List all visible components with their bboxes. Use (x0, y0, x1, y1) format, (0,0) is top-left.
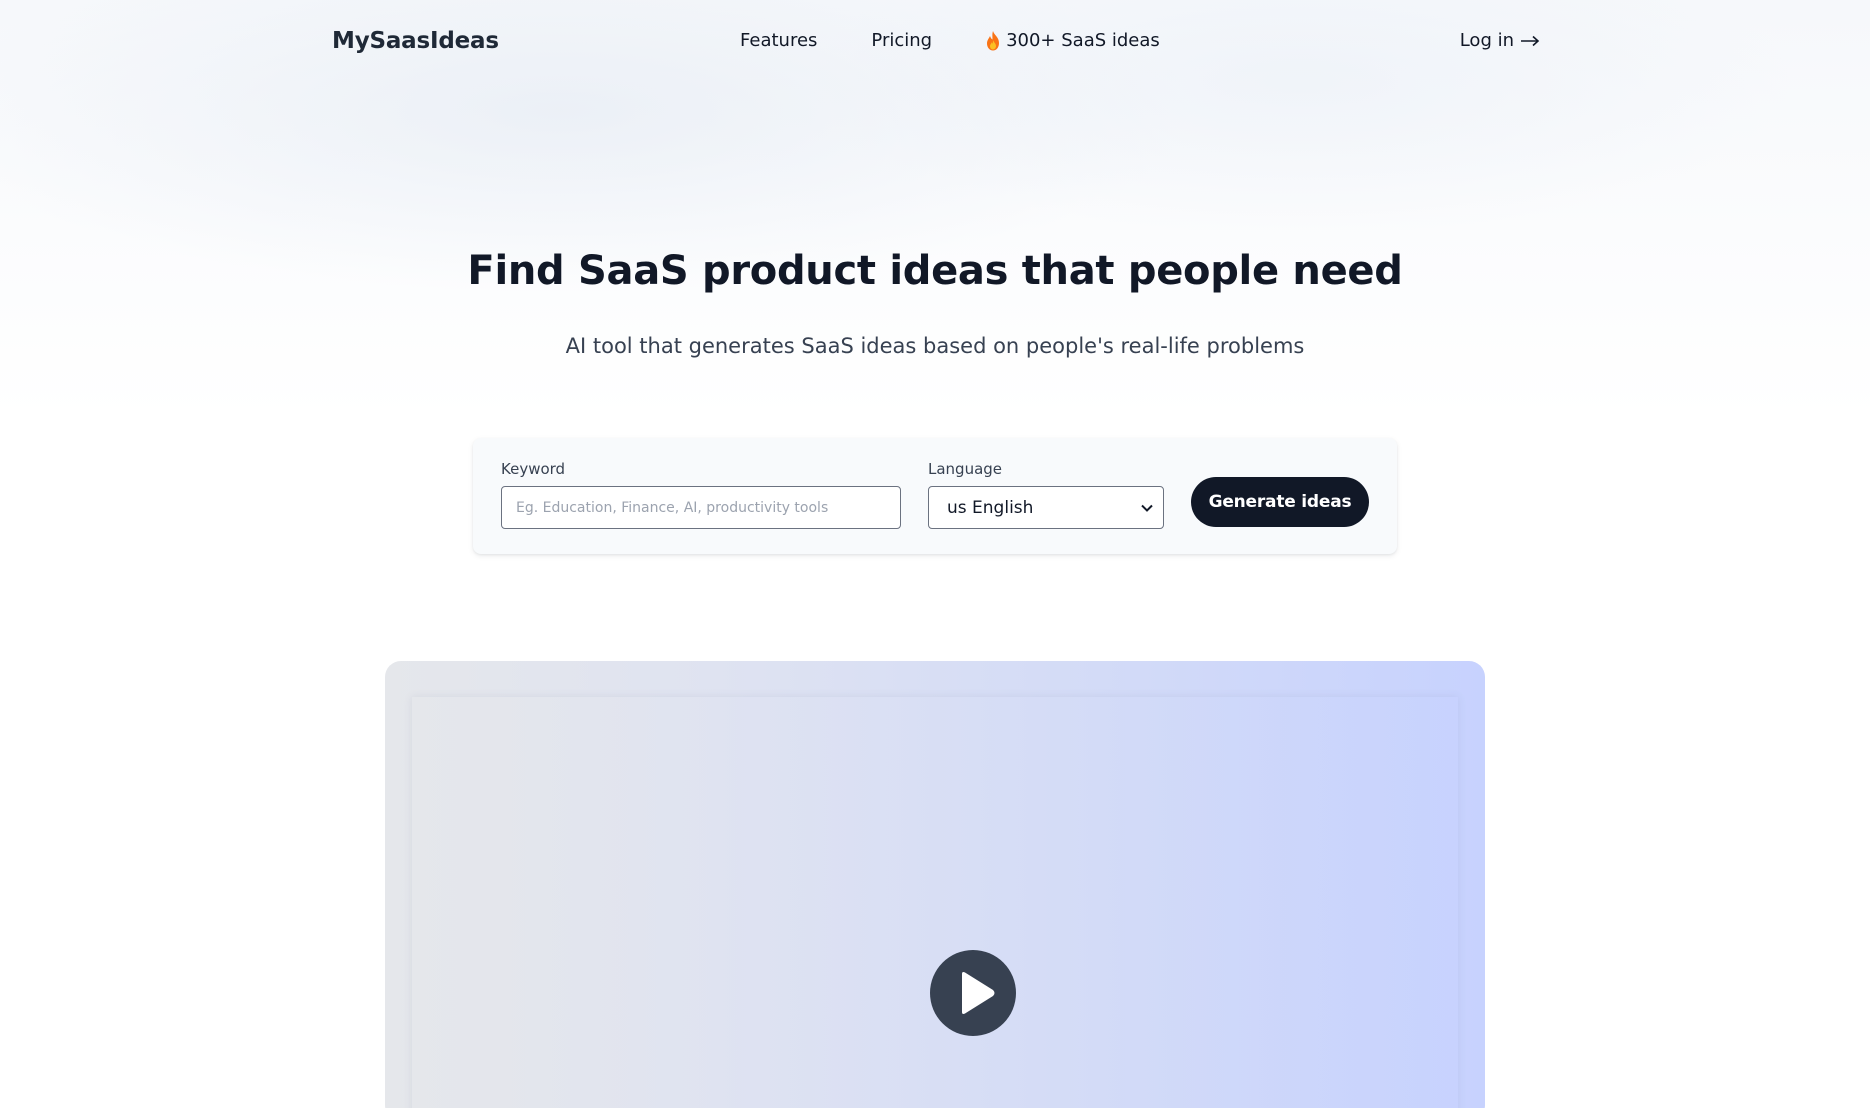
nav-features-label: Features (740, 30, 818, 51)
landing-page: MySaasIdeas Features Pricing 300+ SaaS i… (0, 0, 1870, 1108)
language-label: Language (928, 460, 1003, 478)
generate-ideas-button[interactable]: Generate ideas (1191, 477, 1369, 527)
demo-video (385, 661, 1485, 1108)
login-link[interactable]: Log in (1460, 30, 1540, 51)
login-label: Log in (1459, 30, 1514, 51)
nav-pricing[interactable]: Pricing (871, 30, 932, 51)
fire-icon (987, 30, 1000, 50)
hero-title: Find SaaS product ideas that people need (467, 248, 1403, 294)
language-select[interactable]: us English (928, 486, 1164, 529)
logo[interactable]: MySaasIdeas (332, 28, 499, 54)
keyword-input[interactable] (501, 486, 901, 529)
nav-saas-ideas[interactable]: 300+ SaaS ideas (986, 30, 1160, 51)
nav-pricing-label: Pricing (871, 30, 933, 51)
hero-subtitle: AI tool that generates SaaS ideas based … (565, 334, 1305, 358)
arrow-right-icon (1521, 35, 1540, 46)
play-button[interactable] (930, 950, 1016, 1036)
chevron-down-icon (1141, 504, 1153, 512)
nav-features[interactable]: Features (740, 30, 817, 51)
idea-search-form: Keyword Language us English Generate ide… (473, 438, 1397, 554)
play-icon (962, 972, 995, 1014)
keyword-label: Keyword (501, 460, 566, 478)
language-select-value: us English (947, 497, 1034, 518)
video-player[interactable] (412, 697, 1458, 1108)
site-header: MySaasIdeas Features Pricing 300+ SaaS i… (0, 0, 1870, 88)
nav-saas-ideas-label: 300+ SaaS ideas (1006, 30, 1160, 51)
main-nav: Features Pricing 300+ SaaS ideas (740, 30, 1160, 51)
